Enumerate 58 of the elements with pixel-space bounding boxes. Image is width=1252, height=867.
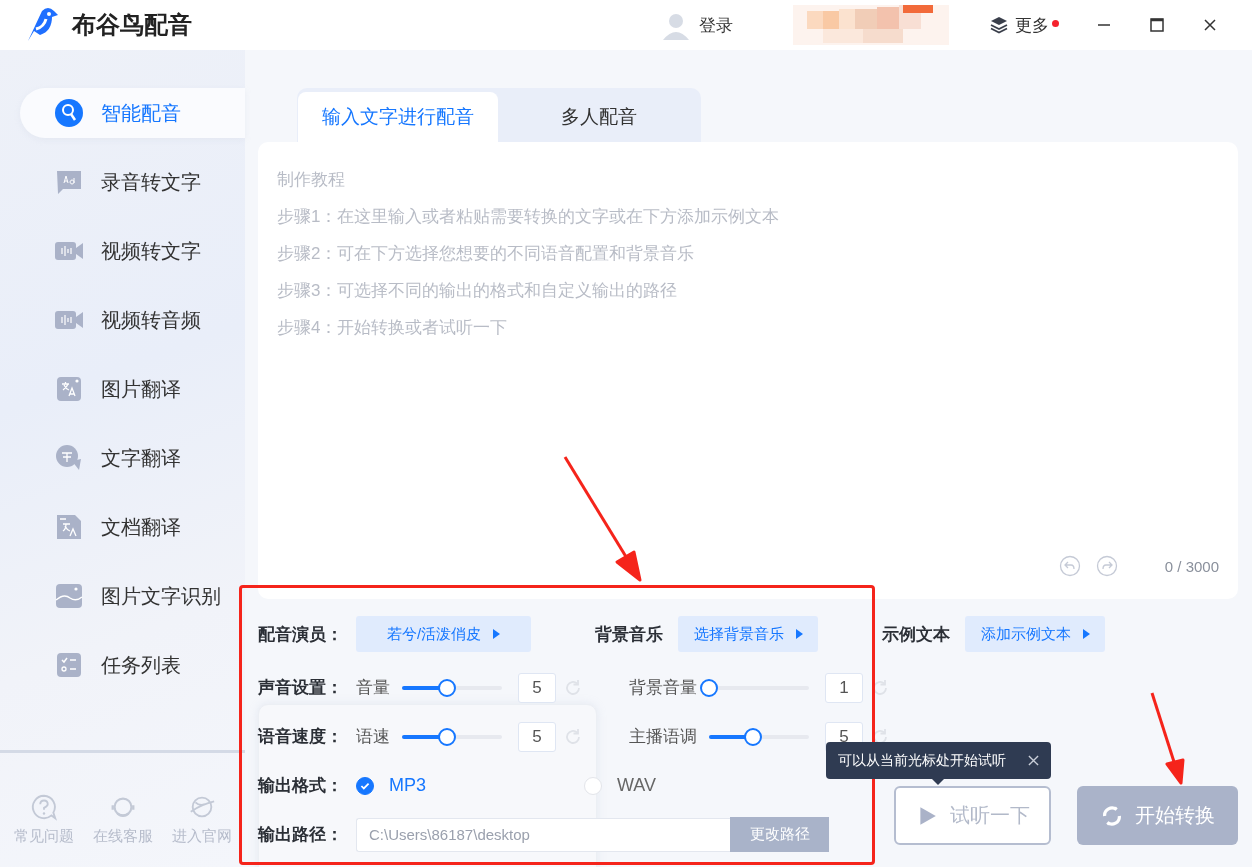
value-field[interactable]: 5 — [518, 721, 556, 752]
placeholder-text: 步骤4：开始转换或者试听一下 — [277, 317, 508, 339]
sidebar-item[interactable]: 录音转文字 — [20, 157, 245, 207]
sidebar-item[interactable]: 视频转音频 — [20, 295, 245, 345]
setting-label: 背景音乐 — [595, 623, 663, 646]
tooltip-text: 可以从当前光标处开始试听 — [838, 751, 1006, 770]
maximize-icon — [1149, 17, 1165, 33]
radio-option[interactable]: MP3 — [356, 775, 584, 796]
close-icon — [1202, 17, 1218, 33]
tab[interactable]: 输入文字进行配音 — [298, 92, 498, 142]
sidebar-item[interactable]: 文字翻译 — [20, 433, 245, 483]
sidebar-item[interactable]: 任务列表 — [20, 640, 245, 690]
placeholder-text: 步骤1：在这里输入或者粘贴需要转换的文字或在下方添加示例文本 — [277, 206, 780, 228]
setting-label: 语音速度： — [258, 726, 344, 748]
slider-thumb[interactable] — [744, 727, 762, 746]
placeholder-text: 步骤2：可在下方选择您想要的不同语音配置和背景音乐 — [277, 243, 695, 265]
more-button[interactable]: 更多 — [989, 13, 1059, 37]
picker-button[interactable]: 添加示例文本 — [965, 616, 1105, 652]
path-input-field[interactable]: C:\Users\86187\desktop — [356, 817, 730, 852]
picker-button[interactable]: 若兮/活泼俏皮 — [356, 616, 531, 652]
play-triangle-icon — [795, 629, 803, 639]
minimize-icon — [1097, 24, 1111, 26]
sidebar-item[interactable]: 图片翻译 — [20, 364, 245, 414]
play-triangle-icon — [1082, 629, 1090, 639]
setting-label: 输出路径： — [258, 824, 344, 846]
value-field[interactable]: 5 — [518, 672, 556, 703]
app-name: 布谷鸟配音 — [72, 10, 192, 40]
setting-label: 示例文本 — [882, 623, 950, 646]
document-icon — [54, 512, 84, 542]
image-icon — [54, 581, 84, 611]
layers-icon — [989, 15, 1009, 35]
sidebar-item[interactable]: 文档翻译 — [20, 502, 245, 552]
close-icon[interactable] — [1028, 755, 1039, 766]
slider-thumb[interactable] — [438, 678, 456, 697]
slider-label: 背景音量 — [629, 677, 698, 699]
slider-label: 音量 — [356, 677, 391, 699]
placeholder-text: 制作教程 — [277, 169, 345, 191]
slider-thumb[interactable] — [700, 678, 718, 697]
character-counter: 0 / 3000 — [1164, 557, 1219, 575]
tab[interactable]: 多人配音 — [498, 92, 700, 142]
placeholder-text: 步骤3：可选择不同的输出的格式和自定义输出的路径 — [277, 280, 678, 302]
sidebar-item[interactable]: 视频转文字 — [20, 226, 245, 276]
picker-button[interactable]: 选择背景音乐 — [678, 616, 818, 652]
translate-icon — [54, 374, 84, 404]
login-button[interactable]: 登录 — [661, 10, 733, 40]
sidebar-item[interactable]: 图片文字识别 — [20, 571, 245, 621]
help-icon — [29, 793, 58, 821]
slider-label: 主播语调 — [629, 726, 698, 748]
setting-label: 声音设置： — [258, 677, 344, 699]
refresh-icon — [1100, 804, 1123, 827]
checklist-icon — [54, 650, 84, 680]
setting-label: 输出格式： — [258, 775, 344, 797]
setting-label: 配音演员： — [258, 623, 344, 646]
radio-option[interactable]: WAV — [584, 775, 656, 796]
value-field[interactable]: 1 — [825, 672, 863, 703]
sidebar-item[interactable]: 智能配音 — [20, 88, 245, 138]
play-triangle-icon — [493, 629, 501, 639]
slider-label: 语速 — [356, 726, 391, 748]
